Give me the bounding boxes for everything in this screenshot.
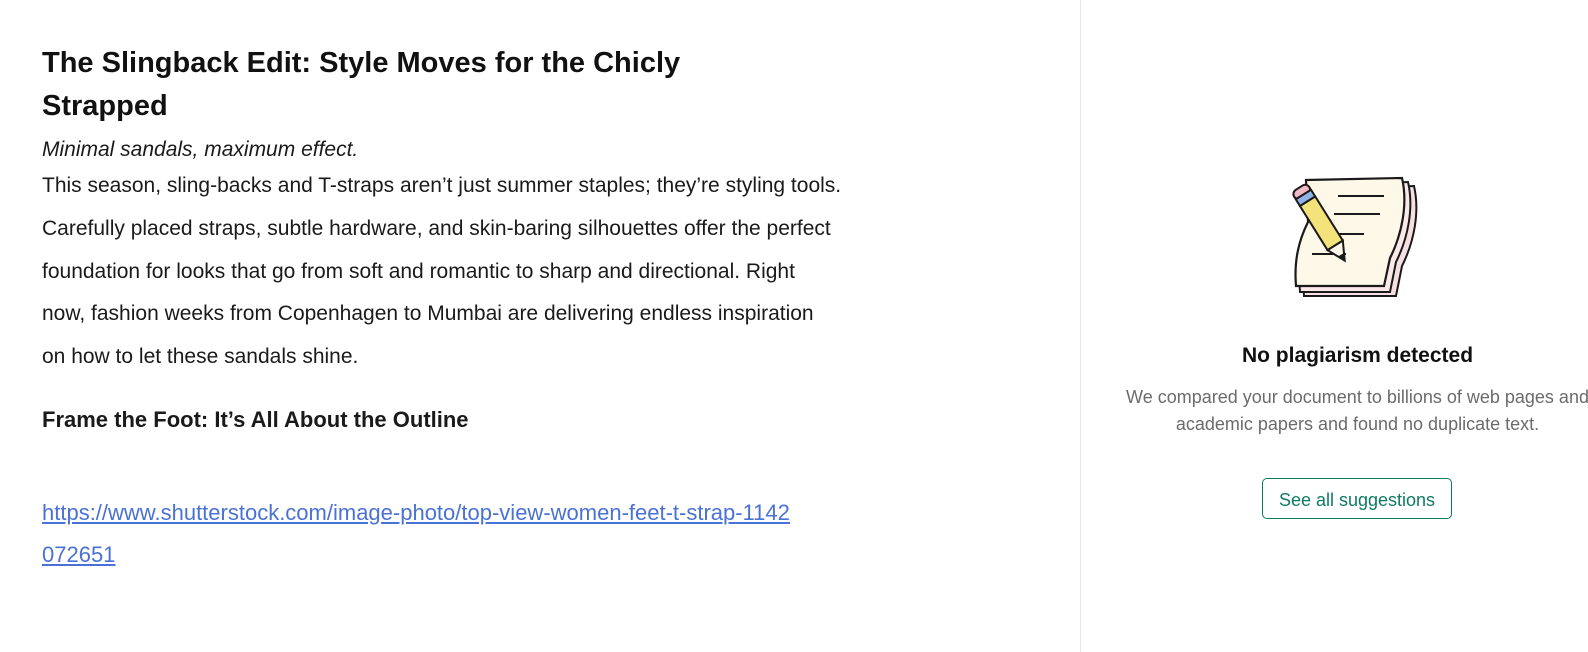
see-all-suggestions-button[interactable]: See all suggestions: [1262, 478, 1452, 519]
image-source-link[interactable]: https://www.shutterstock.com/image-photo…: [42, 492, 802, 576]
result-title: No plagiarism detected: [1241, 344, 1474, 367]
plagiarism-panel: [1081, 0, 1588, 652]
document-content[interactable]: The Slingback Edit: Style Moves for the …: [42, 42, 842, 576]
document-paragraph: This season, sling-backs and T-straps ar…: [42, 174, 842, 369]
document-subtitle: Minimal sandals, maximum effect.: [42, 138, 359, 161]
notebook-pencil-icon: [1292, 176, 1418, 297]
document-editor[interactable]: The Slingback Edit: Style Moves for the …: [0, 0, 1080, 652]
result-description: We compared your document to billions of…: [1126, 387, 1588, 434]
section-heading: Frame the Foot: It’s All About the Outli…: [42, 406, 469, 432]
document-title: The Slingback Edit: Style Moves for the …: [42, 47, 681, 122]
